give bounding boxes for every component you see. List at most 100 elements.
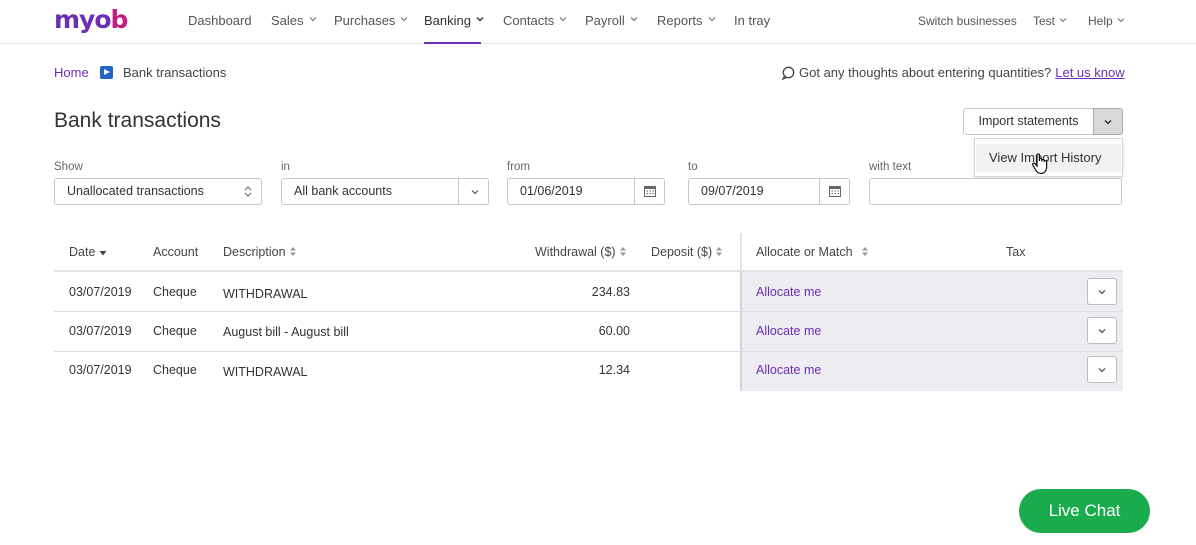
feedback-prompt: Got any thoughts about entering quantiti…: [781, 65, 1125, 81]
field-divider: [634, 179, 635, 204]
bank-account-select[interactable]: All bank accounts: [281, 178, 489, 205]
row-account: Cheque: [153, 324, 197, 338]
import-statements-button[interactable]: Import statements: [963, 108, 1094, 135]
allocate-me-link[interactable]: Allocate me: [756, 363, 821, 377]
row-date: 03/07/2019: [69, 324, 132, 338]
calendar-icon: [829, 186, 841, 197]
breadcrumb-arrow-icon: [100, 66, 113, 79]
row-description: August bill - August bill: [223, 325, 349, 339]
nav-label: Sales: [271, 13, 304, 28]
chevron-down-icon: [1104, 119, 1112, 125]
header-label: Deposit ($): [651, 245, 713, 259]
table-row: 03/07/2019 Cheque WITHDRAWAL 12.34 Alloc…: [54, 352, 1123, 391]
chevron-down-icon: [1098, 290, 1106, 295]
chevron-down-icon: [1098, 368, 1106, 373]
sort-icon: [619, 247, 626, 256]
row-date: 03/07/2019: [69, 363, 132, 377]
help-menu[interactable]: Help: [1088, 14, 1126, 28]
show-select[interactable]: Unallocated transactions: [54, 178, 262, 205]
to-label: to: [688, 161, 698, 173]
row-description: WITHDRAWAL: [223, 365, 308, 379]
with-text-input[interactable]: [869, 178, 1122, 205]
speech-bubble-icon: [781, 66, 795, 81]
row-account: Cheque: [153, 285, 197, 299]
date-column-header[interactable]: Date: [69, 245, 108, 259]
to-date-input[interactable]: 09/07/2019: [688, 178, 850, 205]
from-label: from: [507, 161, 530, 173]
logo-text-accent: b: [110, 5, 129, 34]
sort-descending-icon: [99, 251, 107, 256]
nav-dashboard[interactable]: Dashboard: [188, 13, 252, 28]
row-tax-dropdown[interactable]: [1087, 356, 1117, 383]
nav-label: Banking: [424, 13, 471, 28]
header-label: Description: [223, 245, 286, 259]
import-dropdown-toggle[interactable]: [1093, 108, 1123, 135]
sort-icon: [716, 247, 723, 256]
allocate-me-link[interactable]: Allocate me: [756, 285, 821, 299]
to-date-value: 09/07/2019: [701, 184, 764, 198]
bank-account-value: All bank accounts: [294, 184, 392, 198]
with-text-label: with text: [869, 161, 912, 173]
row-withdrawal: 12.34: [598, 363, 630, 377]
row-date: 03/07/2019: [69, 285, 132, 299]
chevron-down-icon: [1098, 329, 1106, 334]
page-title: Bank transactions: [54, 109, 221, 132]
breadcrumb-current: Bank transactions: [123, 65, 227, 80]
chevron-down-icon: [471, 190, 479, 195]
user-menu[interactable]: Test: [1033, 14, 1068, 28]
hand-cursor-icon: [1032, 153, 1048, 175]
allocate-column-header[interactable]: Allocate or Match: [756, 245, 869, 259]
nav-sales[interactable]: Sales: [271, 13, 318, 28]
nav-right-label: Help: [1088, 14, 1113, 28]
nav-active-indicator: [424, 42, 481, 44]
row-description: WITHDRAWAL: [223, 287, 308, 301]
feedback-text: Got any thoughts about entering quantiti…: [799, 65, 1052, 80]
chevron-down-icon: [400, 17, 408, 22]
switch-businesses-link[interactable]: Switch businesses: [918, 14, 1017, 28]
description-column-header[interactable]: Description: [223, 245, 297, 259]
nav-purchases[interactable]: Purchases: [334, 13, 409, 28]
top-navigation: myob Dashboard Sales Purchases Banking C…: [0, 0, 1196, 44]
chevron-down-icon: [1117, 18, 1125, 23]
myob-logo[interactable]: myob: [54, 5, 129, 34]
nav-reports[interactable]: Reports: [657, 13, 717, 28]
nav-label: Contacts: [503, 13, 555, 28]
row-tax-dropdown[interactable]: [1087, 278, 1117, 305]
table-row: 03/07/2019 Cheque August bill - August b…: [54, 312, 1123, 352]
chevron-down-icon: [630, 17, 638, 22]
sort-icon: [289, 247, 296, 256]
header-label: Withdrawal ($): [535, 245, 616, 259]
tax-column-header: Tax: [1006, 245, 1026, 259]
show-label: Show: [54, 161, 83, 173]
nav-label: Dashboard: [188, 13, 252, 28]
nav-label: Reports: [657, 13, 703, 28]
nav-label: Purchases: [334, 13, 396, 28]
deposit-column-header[interactable]: Deposit ($): [651, 245, 723, 259]
account-column-header: Account: [153, 245, 199, 259]
nav-right-label: Test: [1033, 14, 1056, 28]
show-select-value: Unallocated transactions: [67, 184, 204, 198]
nav-label: In tray: [734, 13, 771, 28]
nav-label: Payroll: [585, 13, 625, 28]
in-label: in: [281, 161, 290, 173]
chevron-down-icon: [476, 17, 484, 22]
breadcrumb-home-link[interactable]: Home: [54, 65, 89, 80]
table-row: 03/07/2019 Cheque WITHDRAWAL 234.83 Allo…: [54, 272, 1123, 312]
field-divider: [819, 179, 820, 204]
row-withdrawal: 234.83: [591, 285, 630, 299]
logo-text: myo: [54, 5, 112, 34]
field-divider: [458, 179, 459, 204]
live-chat-button[interactable]: Live Chat: [1019, 489, 1150, 533]
nav-in-tray[interactable]: In tray: [734, 13, 770, 28]
nav-banking[interactable]: Banking: [424, 13, 485, 28]
allocate-me-link[interactable]: Allocate me: [756, 324, 821, 338]
nav-contacts[interactable]: Contacts: [503, 13, 568, 28]
sort-updown-icon: [244, 186, 252, 197]
from-date-input[interactable]: 01/06/2019: [507, 178, 665, 205]
calendar-icon: [644, 186, 656, 197]
chevron-down-icon: [559, 17, 567, 22]
nav-payroll[interactable]: Payroll: [585, 13, 639, 28]
feedback-link[interactable]: Let us know: [1055, 65, 1124, 80]
row-tax-dropdown[interactable]: [1087, 317, 1117, 344]
withdrawal-column-header[interactable]: Withdrawal ($): [535, 245, 627, 259]
